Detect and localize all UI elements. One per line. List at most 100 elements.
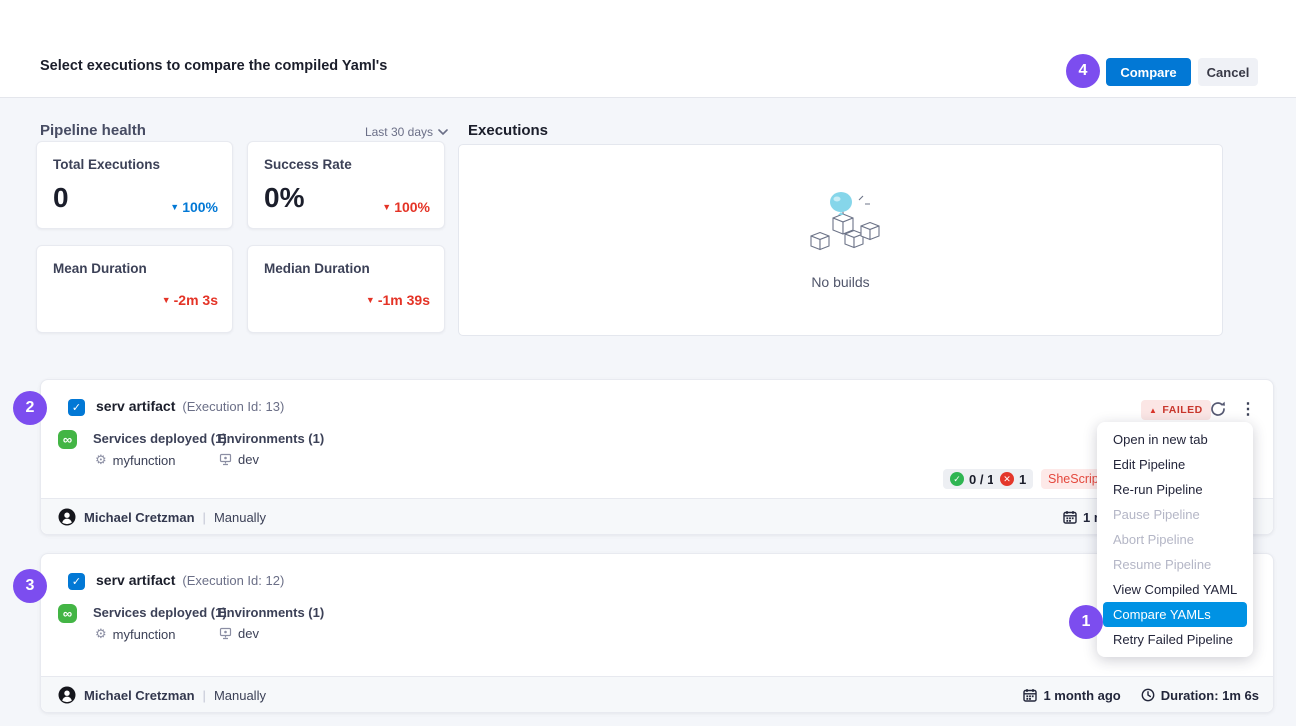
- metric-delta: ▼ -2m 3s: [162, 292, 218, 308]
- service-name: myfunction: [113, 453, 176, 468]
- monitor-icon: [219, 627, 232, 640]
- trigger-type: Manually: [214, 688, 266, 703]
- menu-item-retry-failed-pipeline[interactable]: Retry Failed Pipeline: [1097, 627, 1253, 652]
- metric-value: 0%: [264, 182, 304, 214]
- calendar-icon: [1063, 510, 1077, 524]
- status-text: FAILED: [1162, 404, 1202, 416]
- footer-triggered-by: Michael Cretzman | Manually: [58, 677, 266, 713]
- menu-item-open-in-new-tab[interactable]: Open in new tab: [1097, 427, 1253, 452]
- metric-delta: ▼ -1m 39s: [366, 292, 430, 308]
- retry-icon: [1208, 399, 1228, 419]
- check-icon: ✓: [72, 401, 81, 414]
- executions-title: Executions: [468, 122, 548, 139]
- more-vertical-icon: ⋮: [1240, 399, 1256, 419]
- menu-item-pause-pipeline: Pause Pipeline: [1097, 502, 1253, 527]
- services-deployed-label: Services deployed (1): [93, 431, 227, 446]
- environment-name: dev: [238, 452, 259, 467]
- menu-item-compare-yamls[interactable]: Compare YAMLs: [1103, 602, 1247, 627]
- metric-card-mean-duration: Mean Duration ▼ -2m 3s: [36, 245, 233, 333]
- menu-item-resume-pipeline: Resume Pipeline: [1097, 552, 1253, 577]
- footer-time-duration: 1 month ago Duration: 1m 6s: [1023, 677, 1259, 713]
- cd-pipeline-icon: ∞: [58, 604, 77, 623]
- content-area: Pipeline health Last 30 days Total Execu…: [0, 97, 1296, 726]
- pipeline-health-title: Pipeline health: [40, 122, 146, 139]
- metric-title: Mean Duration: [53, 261, 147, 276]
- page-title: Select executions to compare the compile…: [40, 58, 387, 74]
- metric-title: Success Rate: [264, 157, 352, 172]
- metric-delta: ▼ 100%: [382, 199, 430, 215]
- monitor-icon: [219, 453, 232, 466]
- execution-title-line: serv artifact (Execution Id: 13): [96, 398, 284, 414]
- duration: Duration: 1m 6s: [1161, 688, 1259, 703]
- gear-icon: ⚙: [95, 626, 107, 642]
- page-header: Select executions to compare the compile…: [0, 0, 1296, 97]
- status-badge-failed: ▲ FAILED: [1141, 400, 1211, 420]
- no-builds-illustration: [793, 190, 889, 266]
- time-ago: 1 month ago: [1043, 688, 1120, 703]
- menu-item-view-compiled-yaml[interactable]: View Compiled YAML: [1097, 577, 1253, 602]
- environment-name: dev: [238, 626, 259, 641]
- metric-card-success-rate: Success Rate 0% ▼ 100%: [247, 141, 445, 229]
- calendar-icon: [1023, 688, 1037, 702]
- cancel-button[interactable]: Cancel: [1198, 58, 1258, 86]
- metric-delta-value: -1m 39s: [378, 292, 430, 308]
- service-item: ⚙ myfunction: [95, 452, 176, 468]
- execution-checkbox[interactable]: ✓: [68, 573, 85, 590]
- time-range-select[interactable]: Last 30 days: [340, 125, 448, 139]
- cross-circle-icon: ✕: [1000, 472, 1014, 486]
- environments-label: Environments (1): [218, 431, 324, 446]
- checks-failed-badge: ✕ 1: [993, 469, 1033, 489]
- execution-id: (Execution Id: 12): [182, 573, 284, 588]
- execution-name: serv artifact: [96, 572, 175, 588]
- environment-item: dev: [219, 452, 259, 467]
- stage-badge-label: SheScript: [1048, 472, 1102, 486]
- service-item: ⚙ myfunction: [95, 626, 176, 642]
- gear-icon: ⚙: [95, 452, 107, 468]
- menu-item-edit-pipeline[interactable]: Edit Pipeline: [1097, 452, 1253, 477]
- down-triangle-icon: ▼: [170, 202, 179, 212]
- down-triangle-icon: ▼: [382, 202, 391, 212]
- execution-context-menu: Open in new tab Edit Pipeline Re-run Pip…: [1097, 422, 1253, 657]
- down-triangle-icon: ▼: [366, 295, 375, 305]
- compare-button[interactable]: Compare: [1106, 58, 1191, 86]
- retry-button[interactable]: [1207, 398, 1229, 420]
- no-builds-text: No builds: [811, 274, 869, 290]
- separator: |: [203, 510, 206, 525]
- cd-pipeline-icon: ∞: [58, 430, 77, 449]
- metric-title: Median Duration: [264, 261, 370, 276]
- metric-title: Total Executions: [53, 157, 160, 172]
- clock-icon: [1141, 688, 1155, 702]
- warning-icon: ▲: [1149, 406, 1157, 415]
- chevron-down-icon: [438, 129, 448, 136]
- check-icon: ✓: [953, 474, 961, 485]
- step-badge-3: 3: [13, 569, 47, 603]
- execution-card-13: ✓ serv artifact (Execution Id: 13) ∞ Ser…: [40, 379, 1274, 535]
- execution-footer: Michael Cretzman | Manually 1 month ago …: [41, 676, 1273, 712]
- cross-icon: ✕: [1003, 474, 1011, 485]
- avatar-icon: [58, 508, 76, 526]
- triggered-by-name: Michael Cretzman: [84, 688, 195, 703]
- avatar-icon: [58, 686, 76, 704]
- metric-card-median-duration: Median Duration ▼ -1m 39s: [247, 245, 445, 333]
- step-badge-2: 2: [13, 391, 47, 425]
- infinity-icon: ∞: [63, 606, 72, 621]
- footer-triggered-by: Michael Cretzman | Manually: [58, 499, 266, 535]
- menu-item-abort-pipeline: Abort Pipeline: [1097, 527, 1253, 552]
- triggered-by-name: Michael Cretzman: [84, 510, 195, 525]
- checks-failed-count: 1: [1019, 472, 1026, 487]
- metric-delta: ▼ 100%: [170, 199, 218, 215]
- trigger-type: Manually: [214, 510, 266, 525]
- down-triangle-icon: ▼: [162, 295, 171, 305]
- environment-item: dev: [219, 626, 259, 641]
- checks-passed-count: 0 / 1: [969, 472, 994, 487]
- step-badge-4: 4: [1066, 54, 1100, 88]
- metric-card-total-executions: Total Executions 0 ▼ 100%: [36, 141, 233, 229]
- more-menu-button[interactable]: ⋮: [1237, 398, 1259, 420]
- executions-panel: No builds: [458, 144, 1223, 336]
- execution-checkbox[interactable]: ✓: [68, 399, 85, 416]
- metric-delta-value: -2m 3s: [174, 292, 218, 308]
- menu-item-rerun-pipeline[interactable]: Re-run Pipeline: [1097, 477, 1253, 502]
- time-range-label: Last 30 days: [365, 125, 433, 139]
- execution-footer: Michael Cretzman | Manually 1 month ago: [41, 498, 1273, 534]
- service-name: myfunction: [113, 627, 176, 642]
